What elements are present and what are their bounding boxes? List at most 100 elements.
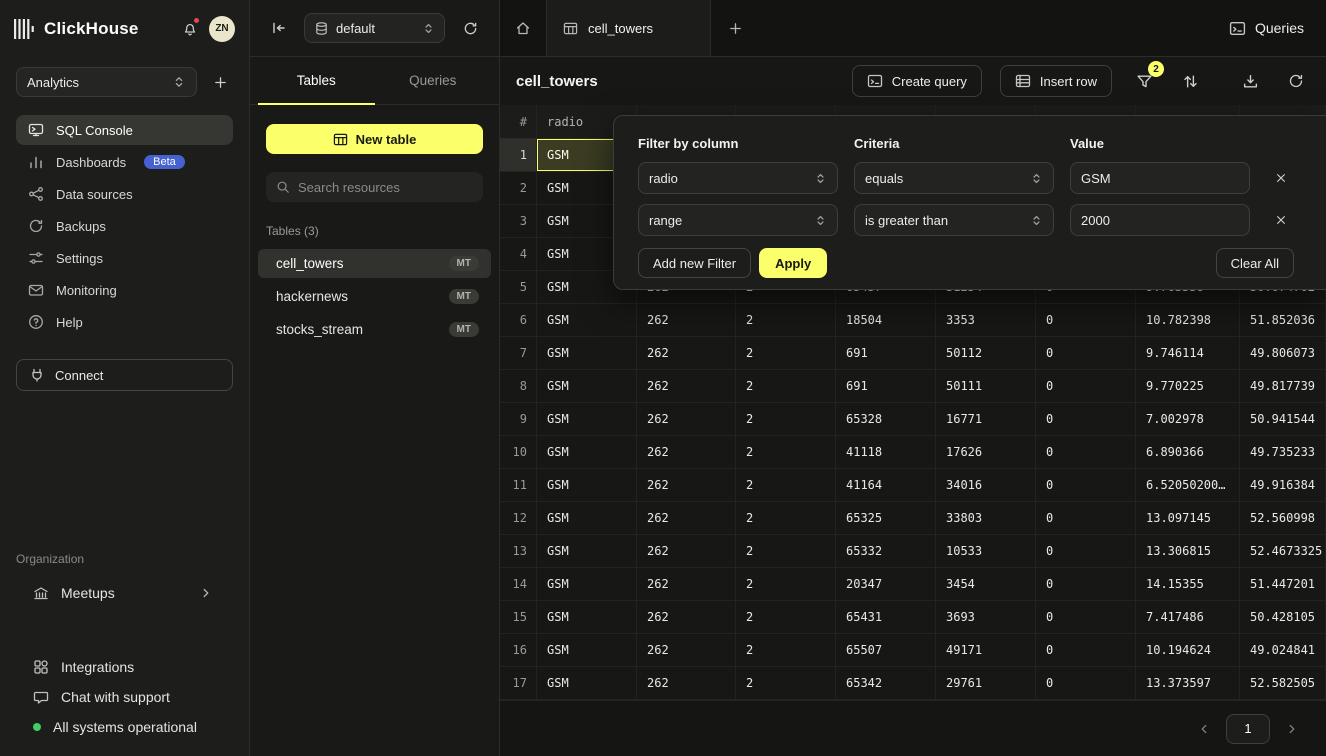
table-cell[interactable]: 2 [736, 337, 836, 369]
integrations-link[interactable]: Integrations [0, 652, 249, 682]
table-cell[interactable]: 2 [736, 304, 836, 336]
sidebar-item-sql-console[interactable]: SQL Console [16, 115, 233, 145]
table-cell[interactable]: 0 [1036, 502, 1136, 534]
table-cell[interactable]: 0 [1036, 601, 1136, 633]
apply-filters-button[interactable]: Apply [759, 248, 827, 278]
queries-button[interactable]: Queries [1207, 0, 1326, 56]
new-table-button[interactable]: New table [266, 124, 483, 154]
table-cell[interactable]: 2 [736, 436, 836, 468]
table-cell[interactable]: GSM [537, 634, 637, 666]
table-list-item-hackernews[interactable]: hackernews MT [258, 282, 491, 311]
table-cell[interactable]: GSM [537, 535, 637, 567]
table-cell[interactable]: 2 [736, 568, 836, 600]
insert-row-button[interactable]: Insert row [1000, 65, 1112, 97]
table-cell[interactable]: 3353 [936, 304, 1036, 336]
table-cell[interactable]: 262 [637, 535, 736, 567]
table-cell[interactable]: 0 [1036, 535, 1136, 567]
search-input[interactable] [298, 180, 473, 195]
table-cell[interactable]: 262 [637, 502, 736, 534]
refresh-table-button[interactable] [1282, 66, 1310, 96]
table-cell[interactable]: 49171 [936, 634, 1036, 666]
table-cell[interactable]: 2 [736, 502, 836, 534]
tab-tables[interactable]: Tables [258, 57, 375, 104]
remove-filter-button-1[interactable] [1266, 163, 1296, 193]
table-cell[interactable]: 52.4673325 [1240, 535, 1326, 567]
table-cell[interactable]: 51.852036 [1240, 304, 1326, 336]
table-cell[interactable]: 0 [1036, 667, 1136, 699]
table-cell[interactable]: 0 [1036, 370, 1136, 402]
table-cell[interactable]: 14.15355 [1136, 568, 1240, 600]
add-workspace-button[interactable] [207, 69, 233, 95]
chat-support-link[interactable]: Chat with support [0, 682, 249, 712]
table-cell[interactable]: 2 [736, 469, 836, 501]
table-cell[interactable]: 7.002978 [1136, 403, 1240, 435]
avatar[interactable]: ZN [209, 16, 235, 42]
table-cell[interactable]: 3454 [936, 568, 1036, 600]
table-cell[interactable]: GSM [537, 370, 637, 402]
filter-value-input-2[interactable] [1081, 213, 1239, 228]
table-list-item-stocks-stream[interactable]: stocks_stream MT [258, 315, 491, 344]
collapse-panel-button[interactable] [266, 15, 292, 41]
filter-column-select-2[interactable]: range [638, 204, 838, 236]
table-cell[interactable]: 17626 [936, 436, 1036, 468]
table-cell[interactable]: 33803 [936, 502, 1036, 534]
system-status-link[interactable]: All systems operational [0, 712, 249, 742]
table-cell[interactable]: 0 [1036, 568, 1136, 600]
table-cell[interactable]: 691 [836, 370, 936, 402]
table-cell[interactable]: 2 [736, 667, 836, 699]
filter-criteria-select-2[interactable]: is greater than [854, 204, 1054, 236]
table-cell[interactable]: 6.890366 [1136, 436, 1240, 468]
clear-all-filters-button[interactable]: Clear All [1216, 248, 1294, 278]
table-cell[interactable]: 49.806073 [1240, 337, 1326, 369]
table-cell[interactable]: 2 [736, 601, 836, 633]
filter-column-select-1[interactable]: radio [638, 162, 838, 194]
table-cell[interactable]: 65342 [836, 667, 936, 699]
filter-button[interactable]: 2 [1130, 66, 1158, 96]
table-cell[interactable]: 51.447201 [1240, 568, 1326, 600]
table-cell[interactable]: 0 [1036, 304, 1136, 336]
prev-page-button[interactable] [1190, 715, 1218, 743]
create-query-button[interactable]: Create query [852, 65, 982, 97]
table-cell[interactable]: 65328 [836, 403, 936, 435]
table-cell[interactable]: 52.560998 [1240, 502, 1326, 534]
sidebar-item-backups[interactable]: Backups [16, 211, 233, 241]
table-cell[interactable]: GSM [537, 469, 637, 501]
table-cell[interactable]: 65507 [836, 634, 936, 666]
table-cell[interactable]: 262 [637, 304, 736, 336]
download-button[interactable] [1236, 66, 1264, 96]
table-cell[interactable]: 9.770225 [1136, 370, 1240, 402]
filter-value-input-1[interactable] [1081, 171, 1239, 186]
table-cell[interactable]: 16771 [936, 403, 1036, 435]
table-cell[interactable]: 262 [637, 634, 736, 666]
sort-button[interactable] [1176, 66, 1204, 96]
table-cell[interactable]: 0 [1036, 436, 1136, 468]
remove-filter-button-2[interactable] [1266, 205, 1296, 235]
table-cell[interactable]: 262 [637, 568, 736, 600]
table-cell[interactable]: GSM [537, 502, 637, 534]
table-cell[interactable]: GSM [537, 337, 637, 369]
table-cell[interactable]: 262 [637, 337, 736, 369]
connect-button[interactable]: Connect [16, 359, 233, 391]
table-cell[interactable]: 52.582505 [1240, 667, 1326, 699]
table-cell[interactable]: 2 [736, 634, 836, 666]
table-cell[interactable]: 2 [736, 403, 836, 435]
home-tab[interactable] [500, 0, 547, 56]
table-cell[interactable]: 29761 [936, 667, 1036, 699]
sidebar-item-data-sources[interactable]: Data sources [16, 179, 233, 209]
table-cell[interactable]: 6.52050200… [1136, 469, 1240, 501]
sidebar-item-help[interactable]: Help [16, 307, 233, 337]
table-cell[interactable]: 9.746114 [1136, 337, 1240, 369]
tab-queries[interactable]: Queries [375, 57, 492, 104]
table-cell[interactable]: 65332 [836, 535, 936, 567]
table-cell[interactable]: 34016 [936, 469, 1036, 501]
table-cell[interactable]: 49.916384 [1240, 469, 1326, 501]
table-cell[interactable]: 13.097145 [1136, 502, 1240, 534]
refresh-tables-button[interactable] [457, 15, 483, 41]
table-cell[interactable]: 262 [637, 601, 736, 633]
table-cell[interactable]: GSM [537, 667, 637, 699]
table-cell[interactable]: 50.941544 [1240, 403, 1326, 435]
table-cell[interactable]: 65325 [836, 502, 936, 534]
table-cell[interactable]: 10.782398 [1136, 304, 1240, 336]
sidebar-item-settings[interactable]: Settings [16, 243, 233, 273]
table-cell[interactable]: 0 [1036, 634, 1136, 666]
